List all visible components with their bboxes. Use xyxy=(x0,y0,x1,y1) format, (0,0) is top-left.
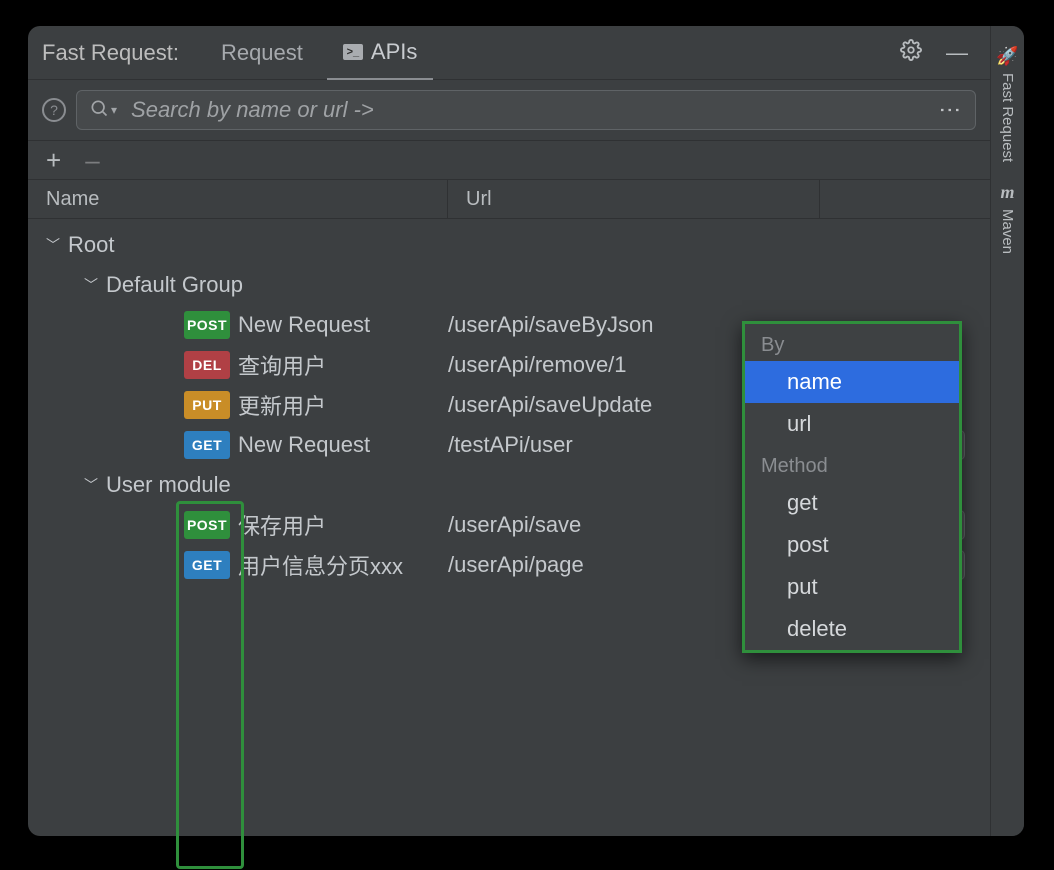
rocket-icon: 🚀 xyxy=(996,46,1018,67)
chevron-down-icon[interactable]: ﹀ xyxy=(84,275,98,295)
toolbar: + – xyxy=(28,141,990,179)
app-title: Fast Request: xyxy=(42,40,179,66)
help-icon[interactable]: ? xyxy=(42,98,66,122)
popup-item-get[interactable]: get xyxy=(745,482,959,524)
tab-request-label: Request xyxy=(221,40,303,66)
side-tab-maven[interactable]: m Maven xyxy=(995,176,1020,260)
method-badge: DEL xyxy=(184,351,230,379)
tree-row[interactable]: ﹀ Root xyxy=(28,225,990,265)
search-icon xyxy=(89,98,109,123)
remove-button[interactable]: – xyxy=(85,147,99,173)
tab-apis[interactable]: >_ APIs xyxy=(327,26,433,80)
terminal-icon: >_ xyxy=(343,44,363,60)
column-url[interactable]: Url xyxy=(448,180,820,218)
api-tree: ﹀Root﹀Default GroupPOSTNew Request/userA… xyxy=(28,219,990,836)
popup-section-by: By xyxy=(745,324,959,361)
popup-item-post[interactable]: post xyxy=(745,524,959,566)
side-tab-fast-request-label: Fast Request xyxy=(999,73,1016,162)
chevron-down-icon[interactable]: ﹀ xyxy=(46,235,60,255)
group-label: User module xyxy=(106,472,231,498)
minimize-icon[interactable]: — xyxy=(938,40,976,66)
side-tab-fast-request[interactable]: 🚀 Fast Request xyxy=(992,40,1022,168)
gear-icon[interactable] xyxy=(892,39,930,67)
chevron-down-icon[interactable]: ﹀ xyxy=(84,475,98,495)
tab-apis-label: APIs xyxy=(371,39,417,65)
popup-section-method: Method xyxy=(745,445,959,482)
method-badge: GET xyxy=(184,431,230,459)
tree-row[interactable]: ﹀ Default Group xyxy=(28,265,990,305)
api-name: 用户信息分页xxx xyxy=(238,549,403,581)
method-badge: GET xyxy=(184,551,230,579)
search-input[interactable] xyxy=(117,96,929,124)
root-label: Root xyxy=(68,232,114,258)
group-label: Default Group xyxy=(106,272,243,298)
header: Fast Request: Request >_ APIs — xyxy=(28,26,990,80)
right-sidebar: 🚀 Fast Request m Maven xyxy=(990,26,1024,836)
api-name: 更新用户 xyxy=(238,389,326,421)
search-input-container[interactable]: ▾ ⋮ xyxy=(76,90,976,130)
method-badge: PUT xyxy=(184,391,230,419)
popup-item-url[interactable]: url xyxy=(745,403,959,445)
method-badge: POST xyxy=(184,511,230,539)
column-name[interactable]: Name xyxy=(28,180,448,218)
column-headers: Name Url xyxy=(28,179,990,219)
method-badge: POST xyxy=(184,311,230,339)
api-name: New Request xyxy=(238,312,370,338)
maven-icon: m xyxy=(1001,182,1015,203)
side-tab-maven-label: Maven xyxy=(999,209,1016,254)
api-name: New Request xyxy=(238,432,370,458)
api-name: 查询用户 xyxy=(238,349,326,381)
popup-item-put[interactable]: put xyxy=(745,566,959,608)
popup-item-name[interactable]: name xyxy=(745,361,959,403)
search-filter-popup: By nameurl Method getpostputdelete xyxy=(742,321,962,653)
api-name: 保存用户 xyxy=(238,509,326,541)
column-actions xyxy=(820,180,990,218)
more-icon[interactable]: ⋮ xyxy=(929,99,963,121)
add-button[interactable]: + xyxy=(46,147,61,173)
popup-item-delete[interactable]: delete xyxy=(745,608,959,650)
tab-request[interactable]: Request xyxy=(205,26,319,80)
